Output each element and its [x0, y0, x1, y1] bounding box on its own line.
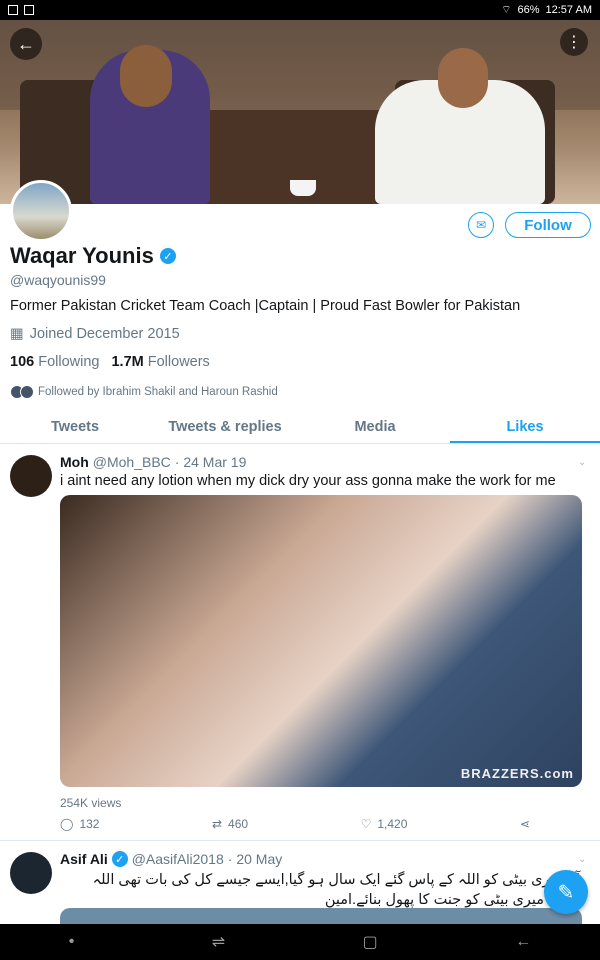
tweet-header: Moh @Moh_BBC · 24 Mar 19	[60, 454, 246, 470]
app-icon	[24, 5, 34, 15]
like-button[interactable]: ♡ 1,420	[361, 817, 408, 831]
chevron-down-icon[interactable]: ⌄	[578, 854, 586, 865]
follow-button[interactable]: Follow	[505, 212, 591, 238]
tweet-avatar[interactable]	[10, 852, 52, 894]
retweet-count: 460	[228, 817, 249, 831]
tab-tweets-replies[interactable]: Tweets & replies	[150, 410, 300, 443]
home-icon[interactable]: ▢	[363, 932, 378, 952]
tweet-handle: @Moh_BBC	[92, 454, 171, 470]
followed-by[interactable]: Followed by Ibrahim Shakil and Haroun Ra…	[10, 385, 278, 399]
profile-bio: Former Pakistan Cricket Team Coach |Capt…	[10, 298, 521, 314]
calendar-icon: ▦	[10, 326, 24, 342]
more-vertical-icon[interactable]: ⋮	[560, 28, 588, 56]
compose-tweet-icon[interactable]: ✎	[544, 870, 588, 914]
envelope-icon[interactable]: ✉	[468, 212, 494, 238]
video-watermark: BRAZZERS.com	[460, 766, 574, 781]
profile-handle: @waqyounis99	[10, 272, 106, 288]
followed-by-text: Followed by Ibrahim Shakil and Haroun Ra…	[38, 386, 278, 398]
verified-badge-icon: ✓	[111, 851, 128, 867]
profile-banner	[0, 20, 600, 204]
following-label: Following	[38, 354, 100, 370]
tweet[interactable]: Asif Ali ✓ @AasifAli2018 · 20 May ⌄ آج م…	[0, 842, 600, 924]
follow-counts: 106 Following 1.7M Followers	[10, 354, 210, 370]
status-right: ⌔ 66% 12:57 AM	[501, 3, 592, 17]
recent-apps-icon[interactable]: ⇌	[212, 932, 225, 952]
tweet-date: · 24 Mar 19	[174, 454, 247, 470]
tab-media[interactable]: Media	[300, 410, 450, 443]
profile-name-text: Waqar Younis	[10, 243, 154, 268]
tweet-text: آج میری بیٹی کو اللہ کے پاس گئے ایک سال …	[92, 872, 580, 908]
tweet-author[interactable]: Asif Ali	[60, 851, 108, 867]
joined-date: ▦ Joined December 2015	[10, 326, 180, 342]
avatar[interactable]	[10, 180, 72, 242]
followers-label: Followers	[147, 354, 210, 370]
reply-button[interactable]: ◯ 132	[60, 817, 99, 831]
back-icon[interactable]: ←	[515, 933, 531, 951]
tweet-header: Asif Ali ✓ @AasifAli2018 · 20 May	[60, 851, 282, 867]
clock: 12:57 AM	[545, 4, 592, 16]
profile-name: Waqar Younis ✓	[10, 243, 176, 269]
status-bar: ⌔ 66% 12:57 AM	[0, 0, 600, 20]
battery-level: 66%	[517, 4, 540, 16]
tweet-handle: @AasifAli2018	[131, 851, 224, 867]
follower-avatar	[20, 385, 34, 399]
retweet-icon: ⇄	[211, 817, 223, 831]
following-count: 106	[10, 354, 35, 370]
like-count: 1,420	[377, 817, 408, 831]
tweet-author[interactable]: Moh	[60, 454, 89, 470]
heart-icon: ♡	[360, 817, 372, 831]
view-count: 254K views	[60, 796, 122, 810]
retweet-button[interactable]: ⇄ 460	[212, 817, 248, 831]
share-icon: ⋖	[519, 817, 530, 831]
followers-count: 1.7M	[111, 354, 144, 370]
following-link[interactable]: 106 Following	[10, 354, 99, 370]
gallery-icon	[8, 5, 18, 15]
tweet-avatar[interactable]	[10, 455, 52, 497]
verified-badge-icon: ✓	[159, 248, 176, 264]
tweet-actions: ◯ 132 ⇄ 460 ♡ 1,420 ⋖	[60, 817, 530, 831]
tweet-image[interactable]	[60, 908, 582, 924]
tab-likes[interactable]: Likes	[450, 410, 600, 443]
share-button[interactable]: ⋖	[520, 817, 530, 831]
tweet-video[interactable]: BRAZZERS.com	[60, 495, 582, 787]
nav-dot-icon[interactable]: •	[69, 933, 75, 951]
notification-icons	[8, 5, 34, 15]
tweet-text: i aint need any lotion when my dick dry …	[60, 473, 556, 489]
profile-tabs: Tweets Tweets & replies Media Likes	[0, 410, 600, 444]
system-nav-bar: • ⇌ ▢ ←	[0, 924, 600, 960]
chevron-down-icon[interactable]: ⌄	[578, 457, 586, 468]
joined-text: Joined December 2015	[29, 326, 180, 342]
wifi-icon: ⌔	[501, 4, 512, 16]
back-arrow-icon[interactable]: ←	[10, 28, 42, 60]
tweet-date: · 20 May	[227, 851, 283, 867]
tab-tweets[interactable]: Tweets	[0, 410, 150, 443]
tweet[interactable]: Moh @Moh_BBC · 24 Mar 19 ⌄ i aint need a…	[0, 445, 600, 841]
reply-icon: ◯	[60, 817, 74, 831]
reply-count: 132	[79, 817, 100, 831]
followers-link[interactable]: 1.7M Followers	[111, 354, 209, 370]
